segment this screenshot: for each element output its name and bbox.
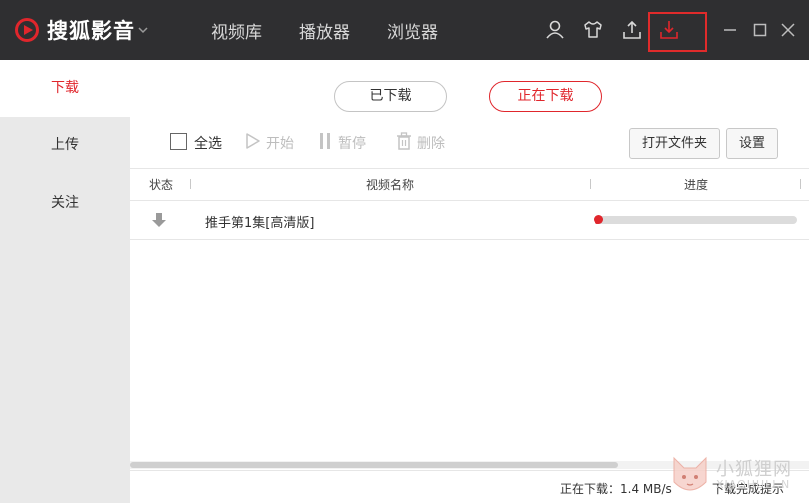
scrollbar-thumb[interactable] bbox=[130, 462, 618, 468]
open-folder-button[interactable]: 打开文件夹 bbox=[629, 128, 720, 159]
maximize-icon[interactable] bbox=[752, 20, 768, 40]
watermark-url: XIAOHULI.N bbox=[716, 478, 791, 491]
sidebar-item-download[interactable]: 下载 bbox=[0, 60, 130, 117]
pause-icon[interactable] bbox=[316, 131, 334, 151]
column-divider[interactable] bbox=[590, 179, 591, 189]
progress-indicator bbox=[594, 215, 603, 224]
chevron-down-icon[interactable] bbox=[138, 26, 148, 34]
settings-button[interactable]: 设置 bbox=[726, 128, 778, 159]
fox-watermark-icon bbox=[668, 452, 712, 500]
delete-button[interactable]: 删除 bbox=[417, 133, 445, 153]
nav-player[interactable]: 播放器 bbox=[299, 18, 350, 43]
column-divider[interactable] bbox=[190, 179, 191, 189]
sidebar-item-follow[interactable]: 关注 bbox=[0, 175, 130, 232]
user-icon[interactable] bbox=[543, 17, 567, 43]
select-all-label[interactable]: 全选 bbox=[194, 133, 222, 153]
download-speed: 正在下载：1.4 MB/s bbox=[560, 482, 672, 496]
trash-icon[interactable] bbox=[395, 131, 413, 151]
sidebar-item-upload[interactable]: 上传 bbox=[0, 117, 130, 174]
progress-bar bbox=[595, 216, 797, 224]
minimize-icon[interactable] bbox=[722, 20, 738, 40]
download-arrow-icon bbox=[151, 212, 167, 228]
upload-icon[interactable] bbox=[620, 17, 644, 43]
column-header-progress[interactable]: 进度 bbox=[684, 176, 708, 193]
tab-downloading[interactable]: 正在下载 bbox=[489, 81, 602, 112]
download-highlight-box bbox=[648, 12, 707, 52]
pause-button[interactable]: 暂停 bbox=[338, 133, 366, 153]
column-divider[interactable] bbox=[800, 179, 801, 189]
play-icon[interactable] bbox=[244, 131, 262, 151]
nav-browser[interactable]: 浏览器 bbox=[387, 18, 438, 43]
start-button[interactable]: 开始 bbox=[266, 133, 294, 153]
video-name: 推手第1集[高清版] bbox=[205, 216, 315, 231]
nav-video-library[interactable]: 视频库 bbox=[211, 18, 262, 43]
tshirt-icon[interactable] bbox=[581, 17, 605, 43]
play-circle-icon bbox=[14, 17, 40, 43]
close-icon[interactable] bbox=[780, 20, 796, 40]
app-name: 搜狐影音 bbox=[47, 19, 135, 43]
tab-downloaded[interactable]: 已下载 bbox=[334, 81, 447, 112]
column-header-name[interactable]: 视频名称 bbox=[366, 176, 414, 193]
column-header-status[interactable]: 状态 bbox=[149, 176, 173, 193]
select-all-checkbox[interactable] bbox=[170, 133, 187, 150]
